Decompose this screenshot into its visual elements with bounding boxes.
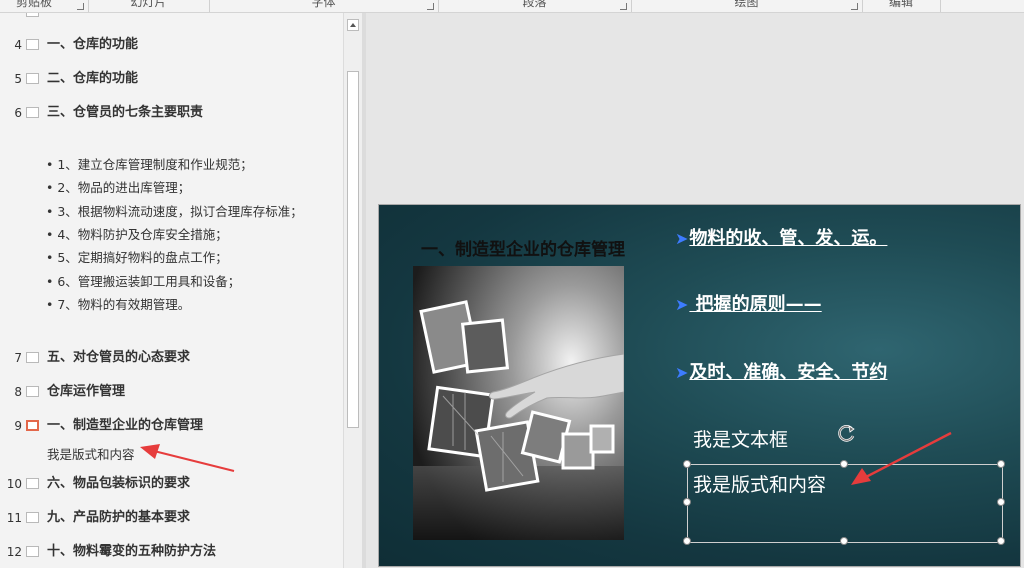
outline-bullet[interactable]: • 4、物料防护及仓库安全措施； [46, 224, 228, 243]
slide-thumbnail-icon[interactable] [26, 478, 39, 489]
ribbon-group-labels: 剪贴板 幻灯片 字体 段落 绘图 编辑 [0, 0, 1024, 13]
slides-group-label: 幻灯片 [130, 0, 167, 9]
slide-title[interactable]: 三、仓管员的七条主要职责 [47, 102, 203, 124]
slide-number: 5 [14, 72, 22, 86]
paragraph-group[interactable]: 段落 [438, 0, 632, 12]
outline-pane[interactable]: 4 一、仓库的功能 5 二、仓库的功能 6 三、仓管员的七条主要职责 • 1、建… [0, 13, 343, 568]
textbox-text[interactable]: 我是文本框 [693, 425, 788, 452]
drawing-group-label: 绘图 [734, 0, 759, 9]
slide-title[interactable]: 一、制造型企业的仓库管理 [47, 415, 203, 437]
slide-thumbnail-icon[interactable] [26, 73, 39, 84]
slide-thumbnail-icon[interactable] [26, 386, 39, 397]
drawing-group[interactable]: 绘图 [631, 0, 863, 12]
slide-point-3[interactable]: ➤及时、准确、安全、节约 [675, 358, 887, 384]
hand-screens-image [413, 266, 624, 540]
slide-thumbnail-icon[interactable] [26, 512, 39, 523]
slide-number: 10 [6, 477, 22, 491]
paragraph-group-label: 段落 [522, 0, 547, 9]
font-launcher-icon[interactable] [427, 3, 434, 10]
slide-point-text: 及时、准确、安全、节约 [689, 362, 888, 383]
clipboard-group-label: 剪贴板 [16, 0, 53, 9]
clipboard-group[interactable]: 剪贴板 [0, 0, 89, 12]
rotate-handle-icon[interactable] [837, 423, 857, 443]
scroll-up-icon[interactable] [347, 19, 359, 31]
slide-title[interactable]: 二、仓库的功能 [47, 68, 138, 90]
outline-bullet[interactable]: • 1、建立仓库管理制度和作业规范； [46, 154, 253, 173]
outline-subtext[interactable]: 我是版式和内容 [47, 444, 135, 463]
slide-title[interactable]: 五、对仓管员的心态要求 [47, 347, 190, 369]
outline-bullet[interactable]: • 3、根据物料流动速度，拟订合理库存标准； [46, 201, 303, 220]
slide-point-2[interactable]: ➤ 把握的原则—— [675, 290, 822, 316]
slide-thumbnail-icon[interactable] [26, 352, 39, 363]
bullet-arrow-icon: ➤ [675, 363, 689, 382]
outline-bullet[interactable]: • 5、定期搞好物料的盘点工作； [46, 247, 228, 266]
slide-title[interactable]: 一、仓库的功能 [47, 34, 138, 56]
slide-canvas[interactable]: 一、制造型企业的仓库管理 ➤物料的收、管、发、运。 ➤ 把握的原则—— ➤及时、… [378, 204, 1021, 567]
slides-group[interactable]: 幻灯片 [88, 0, 210, 12]
slide-number: 12 [6, 545, 22, 559]
paragraph-launcher-icon[interactable] [620, 3, 627, 10]
slide-number: 8 [14, 385, 22, 399]
bullet-arrow-icon: ➤ [675, 295, 689, 314]
outline-scrollbar[interactable] [343, 13, 362, 568]
slide-title[interactable]: 十、物料霉变的五种防护方法 [47, 541, 216, 563]
slide-number: 9 [14, 419, 22, 433]
slide-thumbnail-icon[interactable] [26, 107, 39, 118]
outline-bullet[interactable]: • 2、物品的进出库管理； [46, 177, 190, 196]
slide-title-text[interactable]: 一、制造型企业的仓库管理 [421, 235, 625, 260]
slide-thumbnail-icon[interactable] [26, 39, 39, 50]
resize-handle[interactable] [997, 460, 1005, 468]
slide-point-text: 把握的原则—— [689, 294, 822, 315]
font-group[interactable]: 字体 [209, 0, 439, 12]
slide-title[interactable]: 九、产品防护的基本要求 [47, 507, 190, 529]
slide-number: 7 [14, 351, 22, 365]
drawing-launcher-icon[interactable] [851, 3, 858, 10]
slide-title[interactable]: 仓库运作管理 [47, 381, 125, 403]
slide-number: 4 [14, 38, 22, 52]
editing-group-label: 编辑 [888, 0, 913, 9]
slide-photo[interactable] [413, 266, 624, 540]
slide-point-text: 物料的收、管、发、运。 [689, 228, 888, 249]
resize-handle[interactable] [997, 537, 1005, 545]
slide-number: 6 [14, 106, 22, 120]
slide-thumbnail-icon[interactable] [26, 420, 39, 431]
scrollbar-thumb[interactable] [347, 71, 359, 428]
slide-point-1[interactable]: ➤物料的收、管、发、运。 [675, 224, 887, 250]
placeholder-text[interactable]: 我是版式和内容 [693, 470, 826, 497]
resize-handle[interactable] [840, 537, 848, 545]
resize-handle[interactable] [997, 498, 1005, 506]
bullet-arrow-icon: ➤ [675, 229, 689, 248]
resize-handle[interactable] [683, 460, 691, 468]
font-group-label: 字体 [311, 0, 336, 9]
resize-handle[interactable] [683, 498, 691, 506]
slide-number: 11 [6, 511, 22, 525]
resize-handle[interactable] [840, 460, 848, 468]
editing-group[interactable]: 编辑 [862, 0, 941, 12]
slide-thumbnail-icon[interactable] [26, 546, 39, 557]
slide-title[interactable]: 六、物品包装标识的要求 [47, 473, 190, 495]
clipboard-launcher-icon[interactable] [77, 3, 84, 10]
outline-bullet[interactable]: • 7、物料的有效期管理。 [46, 294, 190, 313]
outline-bullet[interactable]: • 6、管理搬运装卸工用具和设备； [46, 271, 240, 290]
resize-handle[interactable] [683, 537, 691, 545]
slide-thumbnail-icon[interactable] [26, 13, 39, 17]
